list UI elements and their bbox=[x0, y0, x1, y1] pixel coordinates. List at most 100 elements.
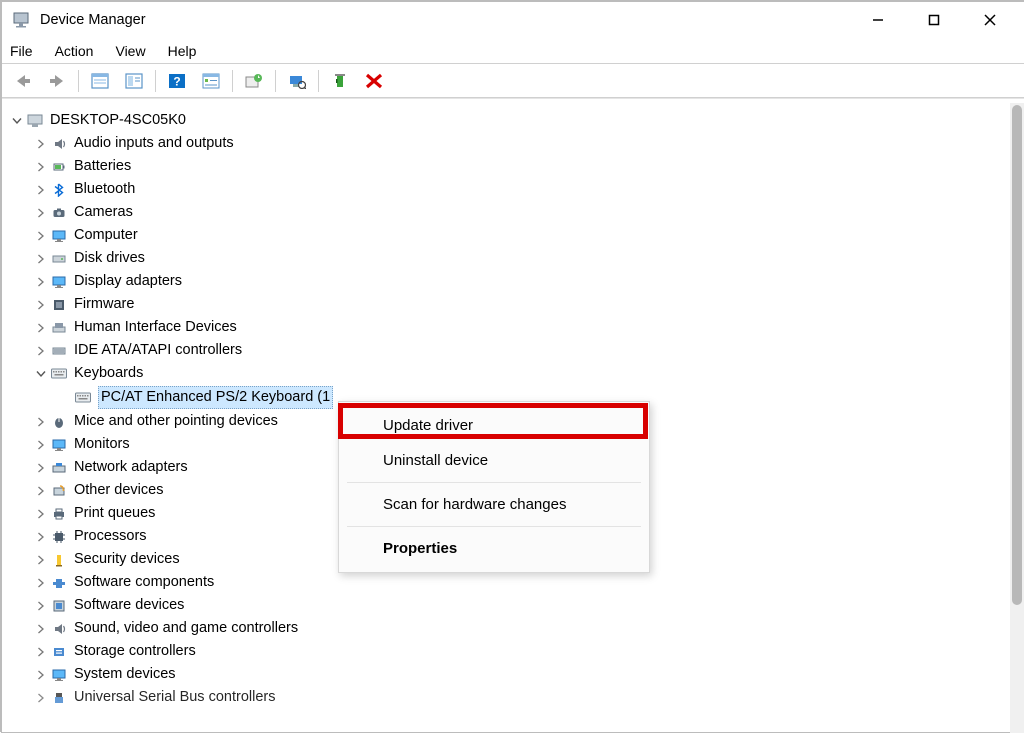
chevron-right-icon[interactable] bbox=[34, 691, 48, 705]
chevron-right-icon[interactable] bbox=[34, 160, 48, 174]
chevron-right-icon[interactable] bbox=[34, 576, 48, 590]
chevron-right-icon[interactable] bbox=[34, 484, 48, 498]
chevron-right-icon[interactable] bbox=[34, 321, 48, 335]
empty-expander bbox=[58, 391, 72, 405]
tree-node[interactable]: Computer bbox=[10, 224, 1010, 247]
tree-node-label: Network adapters bbox=[74, 457, 188, 478]
scrollbar-thumb[interactable] bbox=[1012, 105, 1022, 605]
tree-node[interactable]: Cameras bbox=[10, 201, 1010, 224]
tree-node-label: Human Interface Devices bbox=[74, 317, 237, 338]
properties-button[interactable] bbox=[196, 68, 226, 94]
chevron-right-icon[interactable] bbox=[34, 252, 48, 266]
tree-node-label: Display adapters bbox=[74, 271, 182, 292]
computer-icon bbox=[26, 113, 44, 129]
chevron-right-icon[interactable] bbox=[34, 137, 48, 151]
chevron-right-icon[interactable] bbox=[34, 275, 48, 289]
tree-root[interactable]: DESKTOP-4SC05K0 bbox=[10, 109, 1010, 132]
tree-node[interactable]: Storage controllers bbox=[10, 640, 1010, 663]
tree-node-label: Sound, video and game controllers bbox=[74, 618, 298, 639]
chevron-right-icon[interactable] bbox=[34, 622, 48, 636]
menu-uninstall-device[interactable]: Uninstall device bbox=[339, 443, 649, 478]
tree-node-label: Audio inputs and outputs bbox=[74, 133, 234, 154]
chevron-right-icon[interactable] bbox=[34, 461, 48, 475]
console-tree-button[interactable] bbox=[119, 68, 149, 94]
back-button[interactable] bbox=[8, 68, 38, 94]
chevron-right-icon[interactable] bbox=[34, 553, 48, 567]
tree-node-keyboards[interactable]: Keyboards bbox=[10, 362, 1010, 385]
uninstall-device-button[interactable] bbox=[359, 68, 389, 94]
chevron-right-icon[interactable] bbox=[34, 645, 48, 659]
tree-node-label: Disk drives bbox=[74, 248, 145, 269]
software-device-icon bbox=[50, 598, 68, 614]
menu-help[interactable]: Help bbox=[168, 43, 197, 59]
menu-properties[interactable]: Properties bbox=[339, 531, 649, 566]
tree-node[interactable]: Software devices bbox=[10, 594, 1010, 617]
toolbar-separator bbox=[232, 70, 233, 92]
tree-node[interactable]: Firmware bbox=[10, 293, 1010, 316]
menu-view[interactable]: View bbox=[115, 43, 145, 59]
bluetooth-icon bbox=[50, 182, 68, 198]
chevron-right-icon[interactable] bbox=[34, 206, 48, 220]
tree-node[interactable]: Human Interface Devices bbox=[10, 316, 1010, 339]
menu-scan-hardware[interactable]: Scan for hardware changes bbox=[339, 487, 649, 522]
scan-hardware-button[interactable] bbox=[282, 68, 312, 94]
tree-node[interactable]: Audio inputs and outputs bbox=[10, 132, 1010, 155]
tree-node[interactable]: System devices bbox=[10, 663, 1010, 686]
chevron-down-icon[interactable] bbox=[10, 114, 24, 128]
tree-node[interactable]: Universal Serial Bus controllers bbox=[10, 686, 1010, 709]
help-button[interactable]: ? bbox=[162, 68, 192, 94]
firmware-icon bbox=[50, 297, 68, 313]
update-driver-button[interactable] bbox=[239, 68, 269, 94]
tree-node[interactable]: Display adapters bbox=[10, 270, 1010, 293]
chevron-right-icon[interactable] bbox=[34, 507, 48, 521]
tree-node[interactable]: Bluetooth bbox=[10, 178, 1010, 201]
tree-node[interactable]: IDE ATA/ATAPI controllers bbox=[10, 339, 1010, 362]
enable-device-button[interactable] bbox=[325, 68, 355, 94]
tree-node-label: Software devices bbox=[74, 595, 184, 616]
tree-node[interactable]: Batteries bbox=[10, 155, 1010, 178]
menu-action[interactable]: Action bbox=[55, 43, 94, 59]
titlebar: Device Manager bbox=[2, 2, 1024, 38]
storage-controller-icon bbox=[50, 644, 68, 660]
svg-text:?: ? bbox=[173, 74, 180, 88]
chevron-down-icon[interactable] bbox=[34, 367, 48, 381]
chevron-right-icon[interactable] bbox=[34, 438, 48, 452]
chevron-right-icon[interactable] bbox=[34, 599, 48, 613]
window-title: Device Manager bbox=[40, 12, 146, 28]
content-area: DESKTOP-4SC05K0 Audio inputs and outputs… bbox=[2, 98, 1024, 733]
tree-node-label: Batteries bbox=[74, 156, 131, 177]
tree-node[interactable]: Disk drives bbox=[10, 247, 1010, 270]
keyboard-icon bbox=[50, 366, 68, 382]
display-adapter-icon bbox=[50, 274, 68, 290]
chevron-right-icon[interactable] bbox=[34, 229, 48, 243]
tree-node-label: Other devices bbox=[74, 480, 163, 501]
chevron-right-icon[interactable] bbox=[34, 668, 48, 682]
chevron-right-icon[interactable] bbox=[34, 530, 48, 544]
vertical-scrollbar[interactable] bbox=[1010, 103, 1024, 733]
close-button[interactable] bbox=[962, 4, 1018, 36]
toolbar-separator bbox=[275, 70, 276, 92]
tree-node[interactable]: Sound, video and game controllers bbox=[10, 617, 1010, 640]
ide-controller-icon bbox=[50, 343, 68, 359]
security-devices-icon bbox=[50, 552, 68, 568]
chevron-right-icon[interactable] bbox=[34, 415, 48, 429]
chevron-right-icon[interactable] bbox=[34, 298, 48, 312]
tree-node[interactable]: Software components bbox=[10, 571, 1010, 594]
menu-update-driver[interactable]: Update driver bbox=[339, 408, 649, 443]
menubar: File Action View Help bbox=[2, 38, 1024, 64]
tree-node-label: Universal Serial Bus controllers bbox=[74, 687, 275, 708]
hid-icon bbox=[50, 320, 68, 336]
minimize-button[interactable] bbox=[850, 4, 906, 36]
monitor-icon bbox=[50, 228, 68, 244]
forward-button[interactable] bbox=[42, 68, 72, 94]
window-controls bbox=[850, 4, 1018, 36]
tree-node-label: Cameras bbox=[74, 202, 133, 223]
chevron-right-icon[interactable] bbox=[34, 344, 48, 358]
network-adapter-icon bbox=[50, 460, 68, 476]
tree-node-label: Computer bbox=[74, 225, 138, 246]
show-hidden-button[interactable] bbox=[85, 68, 115, 94]
chevron-right-icon[interactable] bbox=[34, 183, 48, 197]
maximize-button[interactable] bbox=[906, 4, 962, 36]
toolbar: ? bbox=[2, 64, 1024, 98]
menu-file[interactable]: File bbox=[10, 43, 33, 59]
